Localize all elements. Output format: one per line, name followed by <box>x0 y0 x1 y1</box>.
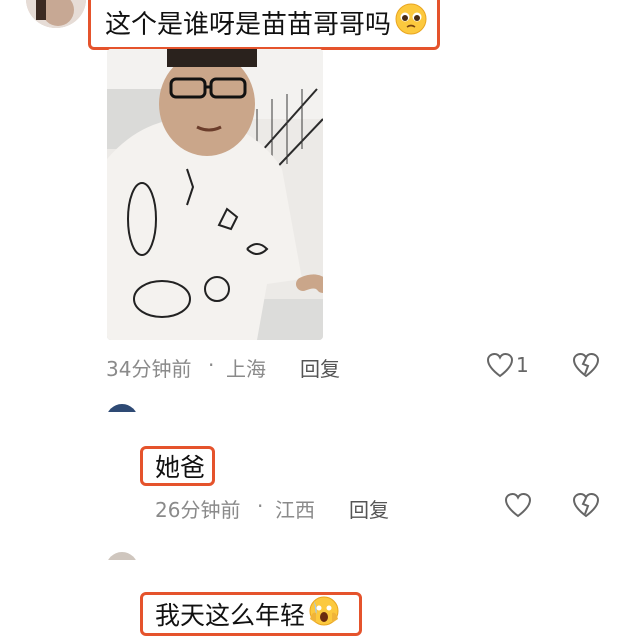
comment-time: 26分钟前 <box>155 498 241 522</box>
highlighted-comment-text: 我天这么年轻 <box>140 592 362 636</box>
comment-photo[interactable] <box>107 49 323 340</box>
comment-time: 34分钟前 <box>106 357 192 381</box>
reply-button[interactable]: 回复 <box>349 494 389 523</box>
comment-text: 我天这么年轻 <box>155 601 306 630</box>
like-count: 1 <box>516 353 529 377</box>
highlighted-comment-text: 这个是谁呀是苗苗哥哥吗 <box>88 0 440 50</box>
comment-location: 上海 <box>226 357 266 381</box>
dislike-broken-heart-icon[interactable] <box>572 352 600 382</box>
screaming-face-icon <box>308 595 340 633</box>
comment-text: 这个是谁呀是苗苗哥哥吗 <box>105 9 392 40</box>
like-heart-icon[interactable] <box>486 352 514 382</box>
comment-text: 她爸 <box>155 453 206 482</box>
meta-separator: · <box>257 494 264 518</box>
dislike-broken-heart-icon[interactable] <box>572 492 600 522</box>
reply-button[interactable]: 回复 <box>300 353 340 382</box>
avatar[interactable] <box>26 0 86 28</box>
highlighted-comment-text: 她爸 <box>140 446 215 486</box>
comment-location: 江西 <box>275 498 315 522</box>
meta-separator: · <box>208 353 215 377</box>
pleading-face-icon <box>394 2 428 43</box>
like-heart-icon[interactable] <box>504 492 532 522</box>
